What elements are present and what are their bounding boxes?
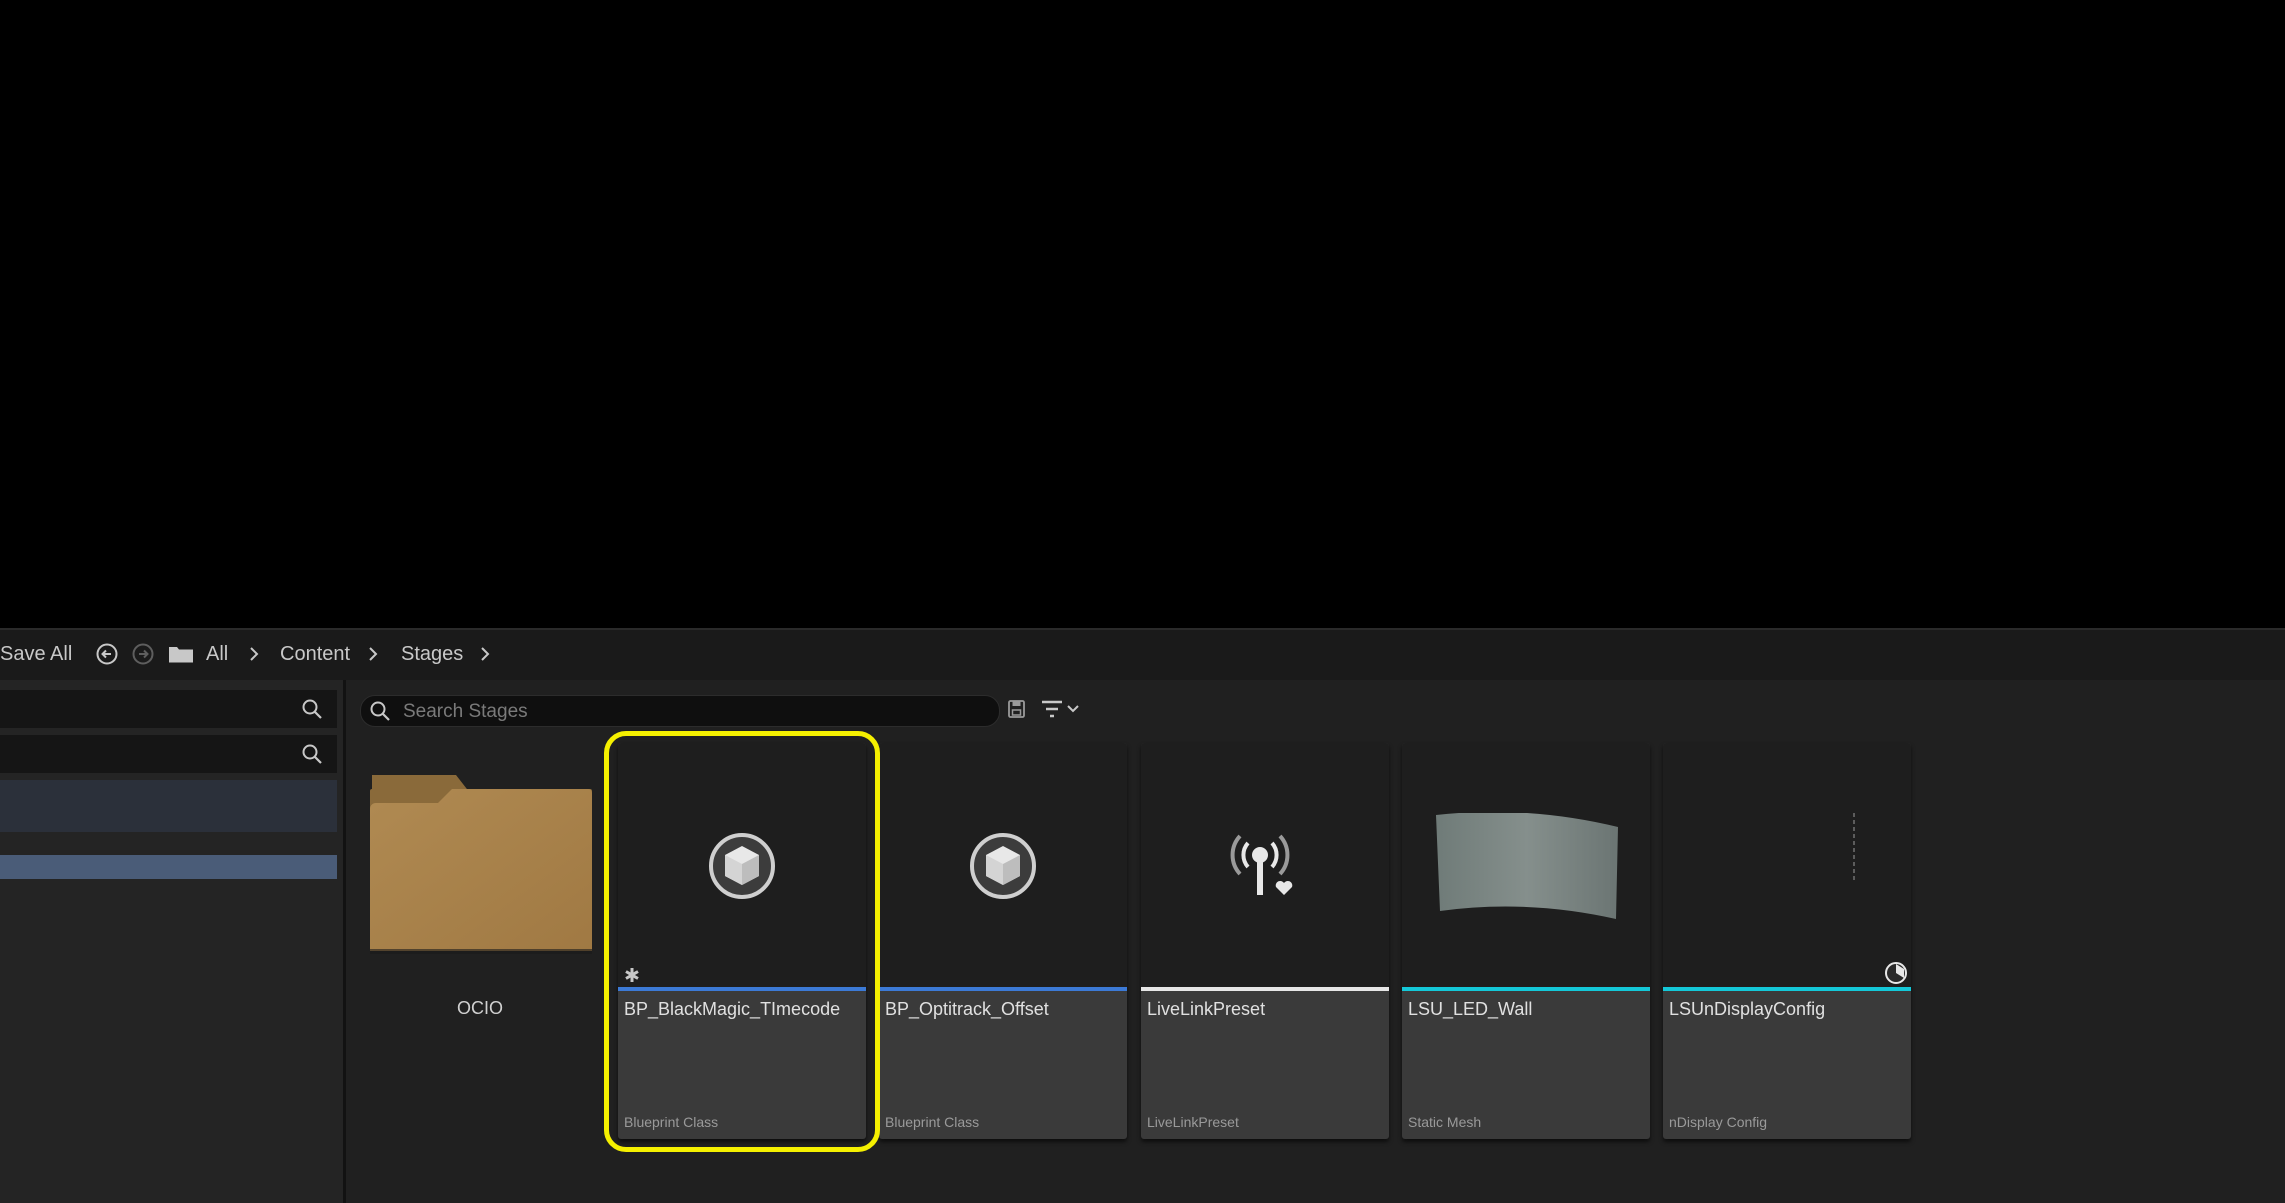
blueprint-cube-icon	[709, 833, 775, 899]
chevron-right-icon[interactable]	[366, 645, 380, 663]
asset-thumbnail	[1663, 743, 1911, 987]
asset-thumbnail	[1402, 743, 1650, 987]
chevron-right-icon[interactable]	[247, 645, 261, 663]
ndisplay-config-icon	[1885, 962, 1907, 984]
modified-asterisk-icon	[625, 968, 639, 982]
asset-type: Blueprint Class	[885, 1114, 980, 1130]
led-wall-mesh-thumbnail	[1436, 813, 1618, 919]
folders-search-row[interactable]	[0, 735, 337, 773]
breadcrumb-stages[interactable]: Stages	[401, 643, 463, 666]
folder-icon[interactable]	[368, 775, 592, 1025]
asset-name: LSUnDisplayConfig	[1669, 999, 1826, 1019]
asset-name: LiveLinkPreset	[1147, 999, 1266, 1019]
breadcrumb-all[interactable]: All	[206, 643, 228, 666]
search-box[interactable]	[360, 695, 1000, 728]
search-icon	[370, 701, 390, 721]
asset-thumbnail	[618, 743, 866, 987]
asset-type: LiveLinkPreset	[1147, 1114, 1239, 1130]
breadcrumb-content[interactable]: Content	[280, 643, 350, 666]
asset-type-bar	[618, 987, 866, 991]
asset-view: OCIO BP_BlackMagic_TImecode Blueprint Cl…	[346, 680, 2285, 1203]
search-input[interactable]	[401, 696, 985, 728]
asset-thumbnail	[1141, 743, 1389, 987]
save-search-icon[interactable]	[1007, 698, 1027, 720]
livelink-broadcast-icon	[1230, 834, 1293, 895]
asset-type-bar	[1141, 987, 1389, 991]
content-browser-toolbar: Save All All Content Stages	[0, 628, 2285, 682]
favorites-search-row[interactable]	[0, 690, 337, 728]
asset-type-bar	[1663, 987, 1911, 991]
asset-type: Static Mesh	[1408, 1114, 1482, 1130]
chevron-down-icon[interactable]	[1066, 702, 1080, 716]
search-icon[interactable]	[301, 743, 323, 765]
asset-name: LSU_LED_Wall	[1408, 999, 1533, 1019]
level-viewport[interactable]	[0, 0, 2285, 628]
asset-tile-bp-optitrack-offset[interactable]: BP_Optitrack_Offset Blueprint Class	[879, 743, 1127, 1139]
back-arrow-icon[interactable]	[96, 643, 118, 665]
asset-type-bar	[879, 987, 1127, 991]
asset-type-bar	[1402, 987, 1650, 991]
asset-type: Blueprint Class	[624, 1114, 719, 1130]
folder-icon[interactable]	[168, 643, 194, 665]
folder-label: OCIO	[456, 998, 503, 1018]
asset-tile-lsundisplayconfig[interactable]: LSUnDisplayConfig nDisplay Config	[1663, 743, 1911, 1139]
sources-panel	[0, 680, 346, 1203]
chevron-right-icon[interactable]	[478, 645, 492, 663]
search-icon[interactable]	[301, 698, 323, 720]
asset-tile-lsu-led-wall[interactable]: LSU_LED_Wall Static Mesh	[1402, 743, 1650, 1139]
asset-thumbnail	[879, 743, 1127, 987]
asset-name: BP_Optitrack_Offset	[885, 999, 1049, 1019]
save-all-button[interactable]: Save All	[0, 643, 72, 666]
asset-name: BP_BlackMagic_TImecode	[624, 999, 841, 1019]
asset-type: nDisplay Config	[1669, 1114, 1768, 1130]
folder-tree-item-selected[interactable]	[0, 855, 337, 879]
forward-arrow-icon[interactable]	[132, 643, 154, 665]
blueprint-cube-icon	[970, 833, 1036, 899]
filter-icon[interactable]	[1041, 699, 1063, 719]
asset-tile-livelinkpreset[interactable]: LiveLinkPreset LiveLinkPreset	[1141, 743, 1389, 1139]
asset-tile-bp-blackmagic-timecode[interactable]: BP_BlackMagic_TImecode Blueprint Class	[618, 743, 866, 1139]
ndisplay-preview-line	[1853, 813, 1855, 883]
folder-tree-item[interactable]	[0, 780, 337, 832]
